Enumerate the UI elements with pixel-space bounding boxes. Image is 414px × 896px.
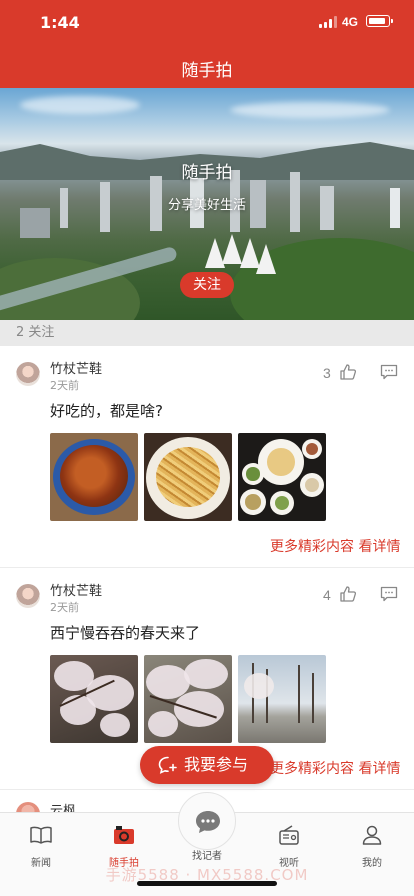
camera-icon xyxy=(114,826,134,844)
tent-roof xyxy=(222,234,242,264)
post-time: 2天前 xyxy=(50,379,79,392)
follow-button[interactable]: 关注 xyxy=(180,272,234,298)
post-photo[interactable] xyxy=(144,655,232,743)
banner-title: 随手拍 xyxy=(181,163,233,183)
tent-roof xyxy=(256,244,276,274)
signal-icon xyxy=(319,16,337,28)
find-reporter-bubble[interactable] xyxy=(178,792,236,850)
post-photo[interactable] xyxy=(144,433,232,521)
post-photo[interactable] xyxy=(50,655,138,743)
top-bar: 1:44 4G 随手拍 xyxy=(0,0,414,88)
thumbs-up-icon[interactable] xyxy=(339,585,357,603)
post-time: 2天前 xyxy=(50,601,79,614)
cloud xyxy=(20,96,140,114)
status-time: 1:44 xyxy=(40,13,80,32)
post-text: 好吃的，都是啥? xyxy=(50,402,163,420)
more-link[interactable]: 更多精彩内容 看详情 xyxy=(270,536,400,556)
post-photo[interactable] xyxy=(50,433,138,521)
book-icon xyxy=(30,826,52,844)
avatar[interactable] xyxy=(16,584,40,608)
tab-photo[interactable]: 随手拍 xyxy=(94,819,154,869)
page-title: 随手拍 xyxy=(181,61,233,81)
post-author[interactable]: 竹杖芒鞋 xyxy=(50,358,102,377)
comment-icon[interactable] xyxy=(380,364,398,380)
tab-news[interactable]: 新闻 xyxy=(11,819,71,869)
chat-plus-icon xyxy=(158,756,177,774)
topic-banner: 随手拍 分享美好生活 关注 xyxy=(0,88,414,320)
banner-subtitle: 分享美好生活 xyxy=(167,198,246,213)
radio-icon xyxy=(279,825,299,845)
avatar[interactable] xyxy=(16,802,40,812)
post-photo[interactable] xyxy=(238,655,326,743)
join-button-label: 我要参与 xyxy=(184,755,249,774)
post-text: 西宁慢吞吞的春天来了 xyxy=(50,624,201,642)
comment-icon[interactable] xyxy=(380,586,398,602)
cloud xyxy=(230,102,390,118)
battery-icon xyxy=(366,15,393,27)
network-label: 4G xyxy=(342,15,359,29)
avatar[interactable] xyxy=(16,362,40,386)
tab-media[interactable]: 视听 xyxy=(259,819,319,869)
like-count: 4 xyxy=(323,587,331,603)
thumbs-up-icon[interactable] xyxy=(339,363,357,381)
post-author[interactable]: 云枫 xyxy=(50,800,76,812)
chat-bubble-icon xyxy=(196,811,220,833)
person-icon xyxy=(362,825,382,845)
status-bar: 1:44 4G xyxy=(0,0,414,44)
follow-count: 2 关注 xyxy=(0,320,414,346)
like-count: 3 xyxy=(323,365,331,381)
post-photo[interactable] xyxy=(238,433,326,521)
post-author[interactable]: 竹杖芒鞋 xyxy=(50,580,102,599)
join-button[interactable]: 我要参与 xyxy=(140,746,274,784)
post-item[interactable]: 竹杖芒鞋 2天前 3 好吃的，都是啥? 更多精彩内容 看详情 xyxy=(0,346,414,568)
more-link[interactable]: 更多精彩内容 看详情 xyxy=(270,758,400,778)
home-indicator xyxy=(137,881,277,886)
tab-mine[interactable]: 我的 xyxy=(342,819,402,869)
